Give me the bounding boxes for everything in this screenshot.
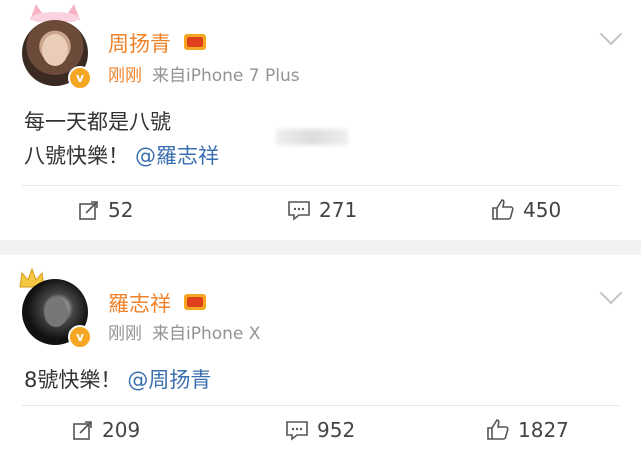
post-meta: 刚刚 来自iPhone 7 Plus xyxy=(108,61,300,86)
post-meta: 刚刚 来自iPhone X xyxy=(108,319,260,344)
comment-count: 271 xyxy=(319,198,358,222)
divider xyxy=(22,405,619,406)
post-text: 8號快樂！ @周扬青 xyxy=(24,363,211,397)
comment-button[interactable]: 952 xyxy=(285,418,355,442)
vip-crown-icon[interactable] xyxy=(184,34,206,50)
repost-count: 209 xyxy=(102,418,141,442)
verified-icon: v xyxy=(68,66,92,90)
repost-icon xyxy=(73,421,92,440)
post-text-line-1: 每一天都是八號 xyxy=(24,110,171,134)
comment-count: 952 xyxy=(317,418,356,442)
like-count: 450 xyxy=(523,198,562,222)
post-text-line-1: 8號快樂！ @周扬青 xyxy=(24,368,212,392)
divider xyxy=(22,185,619,186)
repost-count: 52 xyxy=(108,198,134,222)
username[interactable]: 周扬青 xyxy=(108,28,171,58)
weibo-post-1: v 周扬青 刚刚 来自iPhone 7 Plus 每一天都是八號 八號快樂！ @羅志… xyxy=(0,0,641,240)
cat-ears-decoration-icon xyxy=(30,4,80,22)
like-count: 1827 xyxy=(518,418,569,442)
like-button[interactable]: 450 xyxy=(491,198,561,222)
post-source: 来自iPhone X xyxy=(152,324,261,344)
chevron-down-icon[interactable] xyxy=(599,281,623,305)
like-icon xyxy=(492,199,514,220)
weibo-post-2: v 羅志祥 刚刚 来自iPhone X 8號快樂！ @周扬青 209 952 182… xyxy=(0,255,641,456)
post-time: 刚刚 xyxy=(108,324,142,344)
username[interactable]: 羅志祥 xyxy=(108,288,171,318)
post-source: 来自iPhone 7 Plus xyxy=(152,66,300,86)
like-button[interactable]: 1827 xyxy=(486,418,569,442)
mention-link[interactable]: @周扬青 xyxy=(127,368,211,392)
post-separator xyxy=(0,240,641,255)
repost-button[interactable]: 209 xyxy=(72,418,140,442)
post-text: 每一天都是八號 八號快樂！ @羅志祥 xyxy=(24,105,219,173)
vip-crown-icon[interactable] xyxy=(184,294,206,310)
mention-link[interactable]: @羅志祥 xyxy=(135,144,219,168)
comment-icon xyxy=(288,201,310,221)
repost-icon xyxy=(79,201,98,220)
repost-button[interactable]: 52 xyxy=(78,198,133,222)
chevron-down-icon[interactable] xyxy=(599,22,623,46)
comment-button[interactable]: 271 xyxy=(287,198,357,222)
blurred-area xyxy=(276,129,348,145)
like-icon xyxy=(487,419,509,440)
comment-icon xyxy=(286,421,308,441)
post-text-line-2: 八號快樂！ @羅志祥 xyxy=(24,144,219,168)
verified-icon: v xyxy=(68,325,92,349)
post-time: 刚刚 xyxy=(108,66,142,86)
